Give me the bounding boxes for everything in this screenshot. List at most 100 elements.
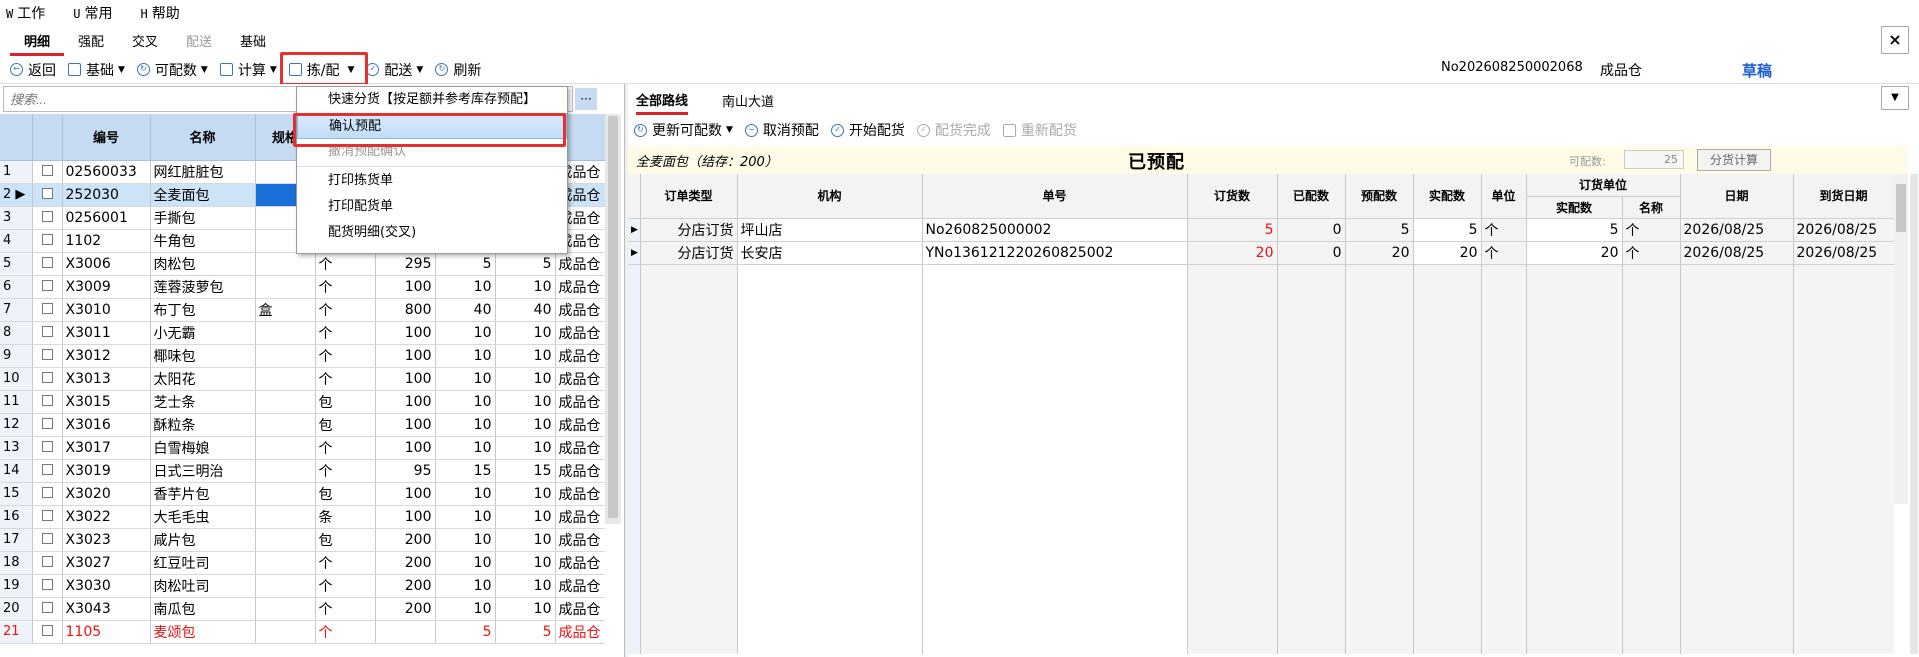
more-icon[interactable]: ··· (575, 88, 597, 110)
col-actual[interactable]: 实配数 (1413, 174, 1482, 219)
table-row[interactable]: 17 X3023 咸片包包 200 10 10 成品仓 (0, 528, 605, 552)
menu-work[interactable]: W 工作 (6, 3, 59, 23)
table-row[interactable]: 8 X3011 小无霸个 100 10 10 成品仓 (0, 321, 605, 345)
col-preassigned[interactable]: 预配数 (1345, 174, 1414, 219)
scrollbar-thumb[interactable] (608, 116, 618, 518)
left-scrollbar[interactable] (605, 114, 621, 524)
checkbox[interactable] (41, 463, 53, 475)
col-name[interactable]: 名称 (150, 114, 256, 161)
checkbox[interactable] (41, 233, 53, 245)
col-ou-name[interactable]: 名称 (1622, 196, 1681, 219)
table-row[interactable]: 14 X3019 日式三明治个 95 15 15 成品仓 (0, 459, 605, 483)
col-code[interactable]: 编号 (62, 114, 151, 161)
table-row[interactable]: 16 X3022 大毛毛虫条 100 10 10 成品仓 (0, 505, 605, 529)
row-checkbox[interactable] (32, 206, 63, 230)
table-row[interactable]: ▶ 分店订货 坪山店 No260825000002 5 0 5 5 个 5 个 2026/08/25 2… (628, 218, 1894, 242)
table-row[interactable]: ▶ 分店订货 长安店 YNo136121220260825002 20 0 20 20 个 20 个… (628, 241, 1894, 265)
menu-print-distribution[interactable]: 打印配货单 (297, 194, 567, 220)
distribute-calc-button[interactable]: 分货计算 (1697, 149, 1771, 171)
table-row[interactable]: 11 X3015 芝士条包 100 10 10 成品仓 (0, 390, 605, 414)
row-checkbox[interactable] (32, 344, 63, 368)
row-checkbox[interactable] (32, 482, 63, 506)
row-checkbox[interactable] (32, 551, 63, 575)
row-checkbox[interactable] (32, 597, 63, 621)
checkbox[interactable] (41, 555, 53, 567)
row-checkbox[interactable] (32, 229, 63, 253)
row-checkbox[interactable] (32, 160, 63, 184)
checkbox[interactable] (41, 210, 53, 222)
col-ou-actual[interactable]: 实配数 (1526, 196, 1623, 219)
tab-basic[interactable]: 基础 (226, 31, 280, 56)
calc-button[interactable]: 计算 ▼ (219, 60, 277, 80)
checkbox[interactable] (41, 325, 53, 337)
table-row[interactable]: 12 X3016 酥粒条包 100 10 10 成品仓 (0, 413, 605, 437)
scrollbar-thumb[interactable] (1896, 184, 1906, 232)
checkbox[interactable] (41, 302, 53, 314)
checkbox[interactable] (41, 578, 53, 590)
col-shipped[interactable]: 已配数 (1277, 174, 1346, 219)
row-checkbox[interactable] (32, 183, 63, 207)
checkbox[interactable] (41, 279, 53, 291)
row-checkbox[interactable] (32, 574, 63, 598)
table-row[interactable]: 15 X3020 香芋片包包 100 10 10 成品仓 (0, 482, 605, 506)
close-button[interactable]: × (1881, 26, 1909, 54)
finish-distribute-button[interactable]: ✓ 配货完成 (916, 120, 991, 140)
tab-force-assign[interactable]: 强配 (64, 31, 118, 56)
checkbox[interactable] (41, 486, 53, 498)
table-row[interactable]: 6 X3009 莲蓉菠萝包个 100 10 10 成品仓 (0, 275, 605, 299)
tab-nanshan[interactable]: 南山大道 (722, 91, 774, 113)
table-row[interactable]: 9 X3012 椰味包个 100 10 10 成品仓 (0, 344, 605, 368)
checkbox[interactable] (41, 601, 53, 613)
basic-button[interactable]: 基础 ▼ (68, 60, 125, 80)
row-checkbox[interactable] (32, 620, 63, 644)
checkbox[interactable] (41, 348, 53, 360)
menu-quick-distribute[interactable]: 快速分货【按足额并参考库存预配】 (297, 87, 567, 113)
checkbox[interactable] (41, 371, 53, 383)
col-order-no[interactable]: 单号 (922, 174, 1188, 219)
checkbox[interactable] (41, 394, 53, 406)
checkbox[interactable] (41, 164, 53, 176)
pick-button[interactable]: 拣/配 ▼ (279, 51, 368, 86)
row-checkbox[interactable] (32, 436, 63, 460)
col-ordered[interactable]: 订货数 (1187, 174, 1278, 219)
col-unit[interactable]: 单位 (1481, 174, 1527, 219)
row-checkbox[interactable] (32, 390, 63, 414)
table-row[interactable]: 5 X3006 肉松包个 295 5 5 成品仓 (0, 252, 605, 276)
menu-print-picking[interactable]: 打印拣货单 (297, 168, 567, 194)
tab-all-routes[interactable]: 全部路线 (636, 90, 689, 115)
checkbox[interactable] (41, 256, 53, 268)
menu-distribution-detail[interactable]: 配货明细(交叉) (297, 220, 567, 246)
available-field[interactable]: 25 (1624, 150, 1684, 169)
redistribute-button[interactable]: 重新配货 (1002, 120, 1077, 140)
table-row[interactable]: 18 X3027 红豆吐司个 200 10 10 成品仓 (0, 551, 605, 575)
cell-actual[interactable]: 5 (1413, 218, 1482, 242)
chevron-down-icon[interactable]: ▼ (1881, 86, 1909, 110)
table-row[interactable]: 20 X3043 南瓜包个 200 10 10 成品仓 (0, 597, 605, 621)
tab-cross[interactable]: 交叉 (118, 31, 172, 56)
checkbox[interactable] (41, 417, 53, 429)
row-checkbox[interactable] (32, 528, 63, 552)
row-checkbox[interactable] (32, 413, 63, 437)
cell-actual[interactable]: 20 (1413, 241, 1482, 265)
row-checkbox[interactable] (32, 252, 63, 276)
tab-delivery[interactable]: 配送 (172, 31, 226, 56)
row-checkbox[interactable] (32, 321, 63, 345)
outer-scrollbar[interactable] (1910, 174, 1918, 654)
row-checkbox[interactable] (32, 275, 63, 299)
update-available-button[interactable]: ↻ 更新可配数 ▼ (634, 120, 733, 140)
col-date[interactable]: 日期 (1680, 174, 1794, 219)
table-row[interactable]: 7 X3010 布丁包盒个 800 40 40 成品仓 (0, 298, 605, 322)
col-arrive-date[interactable]: 到货日期 (1793, 174, 1894, 219)
menu-help[interactable]: H 帮助 (140, 3, 193, 23)
tab-detail[interactable]: 明细 (10, 31, 64, 56)
row-checkbox[interactable] (32, 367, 63, 391)
table-row[interactable]: 13 X3017 白雪梅娘个 100 10 10 成品仓 (0, 436, 605, 460)
menu-common[interactable]: U 常用 (73, 3, 126, 23)
deliver-button[interactable]: ✓ 配送 ▼ (366, 60, 423, 80)
checkbox[interactable] (41, 440, 53, 452)
start-distribute-button[interactable]: ✓ 开始配货 (830, 120, 905, 140)
row-checkbox[interactable] (32, 505, 63, 529)
cancel-preassign-button[interactable]: − 取消预配 (744, 120, 819, 140)
checkbox[interactable] (41, 187, 53, 199)
refresh-button[interactable]: ↻ 刷新 (435, 60, 481, 80)
